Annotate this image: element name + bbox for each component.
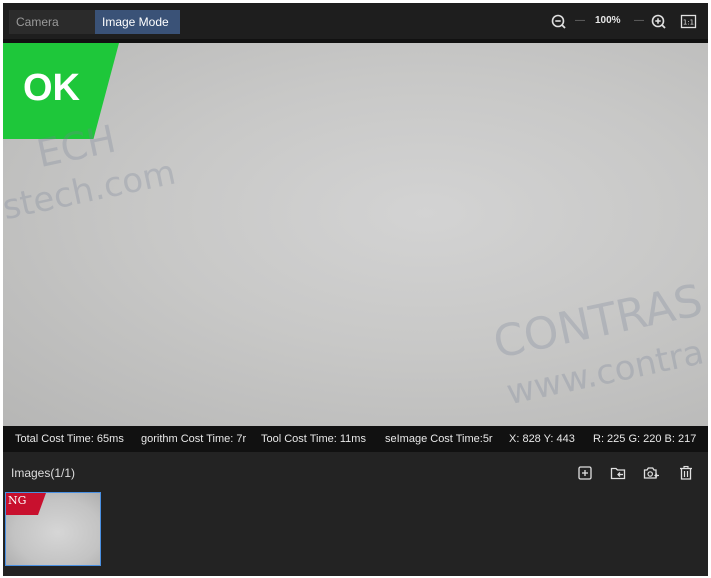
image-mode-window: Camera Mode Image Mode — 100% —	[3, 3, 708, 576]
tool-cost-time: Tool Cost Time: 11ms	[261, 433, 366, 445]
thumbnail-result-text: NG	[8, 494, 27, 507]
images-panel-title: Images(1/1)	[11, 466, 76, 480]
zoom-separator: —	[634, 15, 644, 26]
image-canvas[interactable]: OK ECH stech.com CONTRAS www.contra	[3, 39, 708, 426]
add-image-icon[interactable]	[576, 464, 594, 482]
result-text: OK	[23, 67, 80, 109]
images-panel: Images(1/1) NG	[3, 452, 708, 576]
zoom-controls: — 100% — 1:1	[549, 11, 699, 33]
canvas-border	[3, 39, 708, 43]
status-bar: Total Cost Time: 65ms gorithm Cost Time:…	[3, 426, 708, 452]
capture-icon[interactable]	[642, 464, 660, 482]
tab-image-mode[interactable]: Image Mode	[95, 10, 180, 34]
zoom-separator: —	[575, 15, 585, 26]
actual-size-icon[interactable]: 1:1	[679, 11, 699, 33]
delete-icon[interactable]	[677, 464, 695, 482]
algorithm-cost-time: gorithm Cost Time: 7r	[141, 433, 247, 445]
actual-size-label: 1:1	[683, 19, 694, 27]
zoom-in-icon[interactable]	[649, 11, 669, 33]
zoom-out-icon[interactable]	[549, 11, 569, 33]
total-cost-time: Total Cost Time: 65ms	[15, 433, 124, 445]
cursor-coordinates: X: 828 Y: 443	[509, 433, 575, 445]
import-folder-icon[interactable]	[609, 464, 627, 482]
pixel-rgb-value: R: 225 G: 220 B: 217	[593, 433, 697, 445]
top-toolbar: Camera Mode Image Mode — 100% —	[3, 3, 708, 53]
image-thumbnail[interactable]: NG	[5, 492, 101, 566]
tab-camera-mode[interactable]: Camera Mode	[9, 10, 95, 53]
image-cost-time: seImage Cost Time:5r	[385, 433, 493, 445]
zoom-level: 100%	[595, 15, 621, 26]
